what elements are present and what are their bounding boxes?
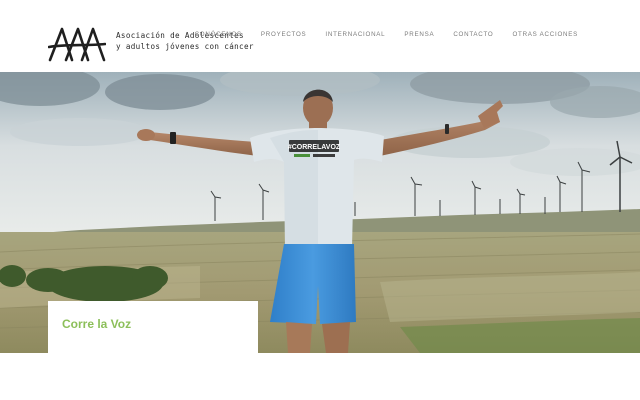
main-nav: CONÓCENOS PROYECTOS INTERNACIONAL PRENSA… [195,31,578,38]
hero-caption-card[interactable]: Corre la Voz [48,301,258,353]
logo-mark-icon [48,27,106,62]
hero-caption-title[interactable]: Corre la Voz [62,317,131,331]
logo-line-2: y adultos jóvenes con cáncer [116,42,254,51]
site-header: Asociación de Adolescentes y adultos jóv… [0,0,640,72]
nav-item-prensa[interactable]: PRENSA [404,31,434,38]
page-body-area [0,353,640,400]
shirt-print-text: #CORRELAVOZ [288,144,341,151]
nav-item-conocenos[interactable]: CONÓCENOS [195,31,242,38]
site-logo[interactable]: Asociación de Adolescentes y adultos jóv… [48,24,253,64]
nav-item-internacional[interactable]: INTERNACIONAL [325,31,385,38]
nav-item-otras-acciones[interactable]: OTRAS ACCIONES [512,31,578,38]
nav-item-contacto[interactable]: CONTACTO [453,31,493,38]
nav-item-proyectos[interactable]: PROYECTOS [261,31,307,38]
